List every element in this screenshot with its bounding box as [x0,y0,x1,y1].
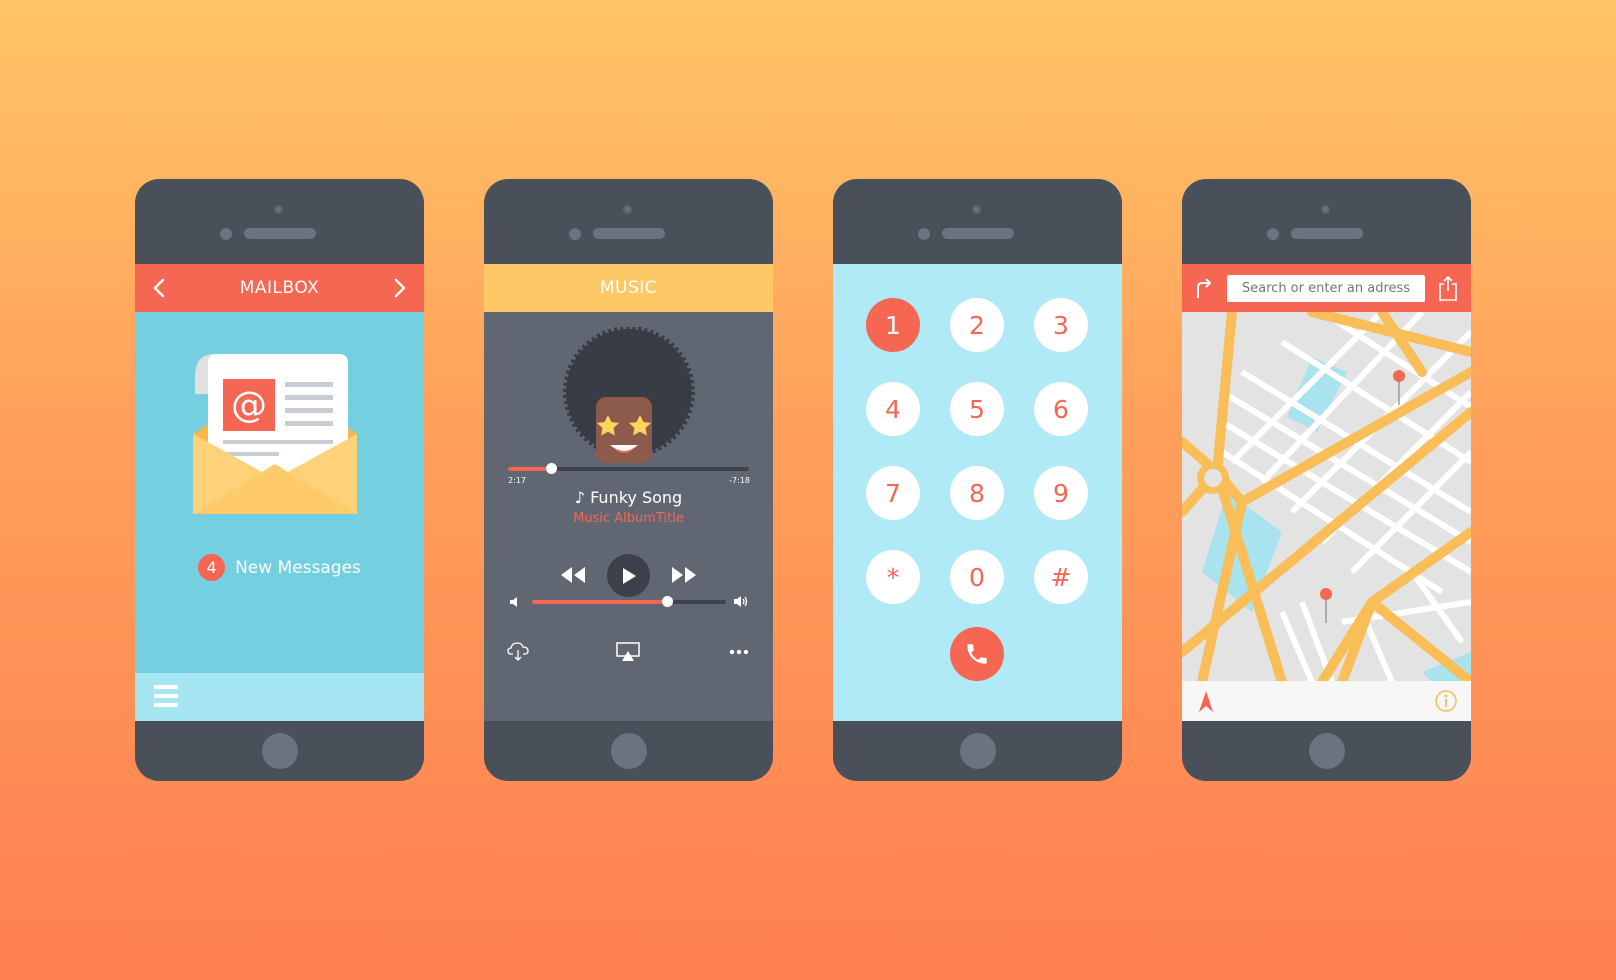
phone-music: MUSIC 2:17 -7:18 ♪ Funky Song Music Albu… [484,179,773,781]
music-screen: MUSIC 2:17 -7:18 ♪ Funky Song Music Albu… [484,264,773,721]
dial-key[interactable]: 1 [866,298,920,352]
cloud-download-icon[interactable] [507,641,529,661]
proximity-sensor [220,228,232,240]
music-title: MUSIC [599,278,658,298]
mailbox-screen: MAILBOX @ 4 New Messages [135,264,424,721]
front-camera [623,205,632,214]
phone-mailbox: MAILBOX @ 4 New Messages [135,179,424,781]
music-header: MUSIC [484,264,773,312]
dial-key[interactable]: 3 [1034,298,1088,352]
svg-text:@: @ [231,385,267,426]
menu-icon[interactable] [154,685,178,707]
map-view[interactable] [1182,312,1471,682]
phone-dialer: 1 2 3 4 5 6 7 8 9 * 0 # [833,179,1122,781]
home-button[interactable] [960,733,996,769]
play-button[interactable] [607,554,650,597]
map-pin-icon[interactable] [1319,587,1333,623]
earpiece-speaker [942,228,1014,239]
phone-call-icon [967,644,987,664]
unread-count-badge: 4 [198,554,226,581]
dial-key[interactable]: 5 [950,382,1004,436]
mailbox-title: MAILBOX [239,278,320,298]
dial-key[interactable]: 9 [1034,466,1088,520]
dial-key[interactable]: # [1034,550,1088,604]
volume-low-icon [510,597,517,607]
home-button[interactable] [611,733,647,769]
chevron-right-icon[interactable] [387,276,411,300]
location-arrow-icon[interactable] [1197,690,1215,714]
new-messages-label: New Messages [235,557,361,578]
playback-progress-bar[interactable] [508,463,749,474]
call-button[interactable] [950,627,1004,681]
dial-key[interactable]: 0 [950,550,1004,604]
album-title: Music AlbumTitle [573,511,684,526]
album-art-afro-avatar [563,327,695,463]
dial-key[interactable]: 6 [1034,382,1088,436]
earpiece-speaker [244,228,316,239]
proximity-sensor [1267,228,1279,240]
proximity-sensor [569,228,581,240]
remaining-time: -7:18 [729,476,750,485]
dial-key[interactable]: * [866,550,920,604]
rewind-icon[interactable] [560,566,586,584]
map-screen [1182,264,1471,721]
earpiece-speaker [1291,228,1363,239]
earpiece-speaker [593,228,665,239]
map-pin-icon[interactable] [1392,369,1406,405]
front-camera [274,205,283,214]
dial-key[interactable]: 7 [866,466,920,520]
dialer-screen: 1 2 3 4 5 6 7 8 9 * 0 # [833,264,1122,721]
map-bottom-bar [1182,681,1471,721]
playback-progress-knob[interactable] [545,463,557,474]
home-button[interactable] [1309,733,1345,769]
airplay-icon[interactable] [616,642,640,662]
more-options-icon[interactable] [729,649,749,655]
front-camera [1321,205,1330,214]
elapsed-time: 2:17 [508,476,526,485]
info-icon[interactable] [1434,689,1458,713]
mailbox-bottom-bar [135,673,424,721]
chevron-left-icon[interactable] [148,276,172,300]
map-header [1182,264,1471,312]
proximity-sensor [918,228,930,240]
phone-map [1182,179,1471,781]
front-camera [972,205,981,214]
dial-key[interactable]: 8 [950,466,1004,520]
envelope-letter-icon: @ [193,354,357,514]
play-icon [622,567,636,584]
volume-fill [532,600,668,604]
volume-knob[interactable] [662,596,674,607]
volume-slider[interactable] [532,596,726,607]
dial-key[interactable]: 4 [866,382,920,436]
mailbox-header: MAILBOX [135,264,424,312]
home-button[interactable] [262,733,298,769]
playback-progress-fill [508,467,552,471]
directions-turn-icon[interactable] [1194,277,1214,299]
volume-high-icon [734,596,748,607]
song-title: ♪ Funky Song [574,488,683,507]
new-messages-indicator[interactable]: 4 New Messages [135,554,424,581]
address-search-input[interactable] [1227,275,1425,302]
fast-forward-icon[interactable] [671,566,697,584]
dial-key[interactable]: 2 [950,298,1004,352]
share-icon[interactable] [1438,275,1458,301]
